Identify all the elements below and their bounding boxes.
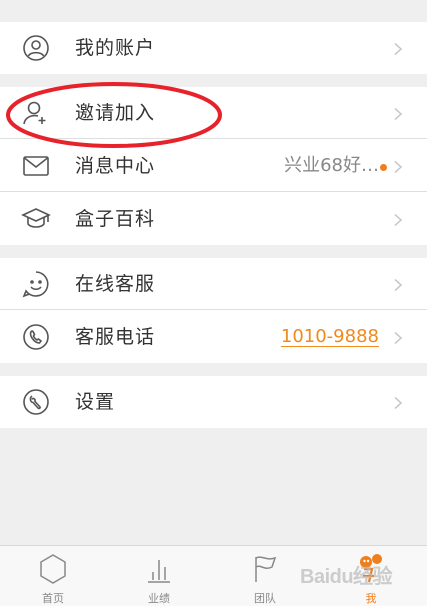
settings-group: 设置 xyxy=(0,376,427,428)
tab-label: 业绩 xyxy=(148,592,170,605)
tab-home[interactable]: 首页 xyxy=(0,546,106,606)
menu-label: 设置 xyxy=(75,391,116,413)
settings-icon xyxy=(20,388,52,416)
service-phone-number[interactable]: 1010-9888 xyxy=(281,311,379,363)
phone-icon xyxy=(20,323,52,351)
bottom-tab-bar: 首页 业绩 团队 我 xyxy=(0,545,427,606)
tab-performance[interactable]: 业绩 xyxy=(106,546,212,606)
chevron-right-icon xyxy=(391,277,405,292)
smile-icon xyxy=(20,270,52,298)
hexagon-icon xyxy=(36,552,70,586)
chevron-right-icon xyxy=(391,159,405,174)
menu-item-invite[interactable]: 邀请加入 xyxy=(0,87,427,139)
graduation-cap-icon xyxy=(20,205,52,233)
account-group: 我的账户 xyxy=(0,22,427,74)
mascot-icon xyxy=(354,552,388,586)
flag-icon xyxy=(248,552,282,586)
chevron-right-icon xyxy=(391,106,405,121)
bar-chart-icon xyxy=(142,552,176,586)
menu-item-settings[interactable]: 设置 xyxy=(0,376,427,428)
menu-item-account[interactable]: 我的账户 xyxy=(0,22,427,74)
add-user-icon xyxy=(20,99,52,127)
menu-label: 盒子百科 xyxy=(75,208,156,230)
tab-label: 团队 xyxy=(254,592,276,605)
tab-me[interactable]: 我 xyxy=(318,546,424,606)
info-group: 邀请加入 消息中心 兴业68好… 盒子百科 xyxy=(0,87,427,245)
chevron-right-icon xyxy=(391,41,405,56)
menu-label: 客服电话 xyxy=(75,326,156,348)
menu-label: 邀请加入 xyxy=(75,102,156,124)
menu-label: 在线客服 xyxy=(75,273,156,295)
chevron-right-icon xyxy=(391,395,405,410)
latest-message-preview: 兴业68好… xyxy=(284,155,379,176)
unread-dot xyxy=(380,164,387,171)
mail-icon xyxy=(20,152,52,180)
service-group: 在线客服 客服电话 1010-9888 xyxy=(0,258,427,363)
user-circle-icon xyxy=(20,34,52,62)
menu-label: 我的账户 xyxy=(75,37,156,59)
chevron-right-icon xyxy=(391,212,405,227)
tab-team[interactable]: 团队 xyxy=(212,546,318,606)
menu-label: 消息中心 xyxy=(75,155,156,177)
chevron-right-icon xyxy=(391,330,405,345)
menu-item-online-service[interactable]: 在线客服 xyxy=(0,258,427,310)
menu-item-service-phone[interactable]: 客服电话 1010-9888 xyxy=(0,311,427,363)
tab-label: 我 xyxy=(365,592,377,605)
menu-item-encyclopedia[interactable]: 盒子百科 xyxy=(0,193,427,245)
tab-label: 首页 xyxy=(42,592,64,605)
menu-item-messages[interactable]: 消息中心 兴业68好… xyxy=(0,140,427,192)
